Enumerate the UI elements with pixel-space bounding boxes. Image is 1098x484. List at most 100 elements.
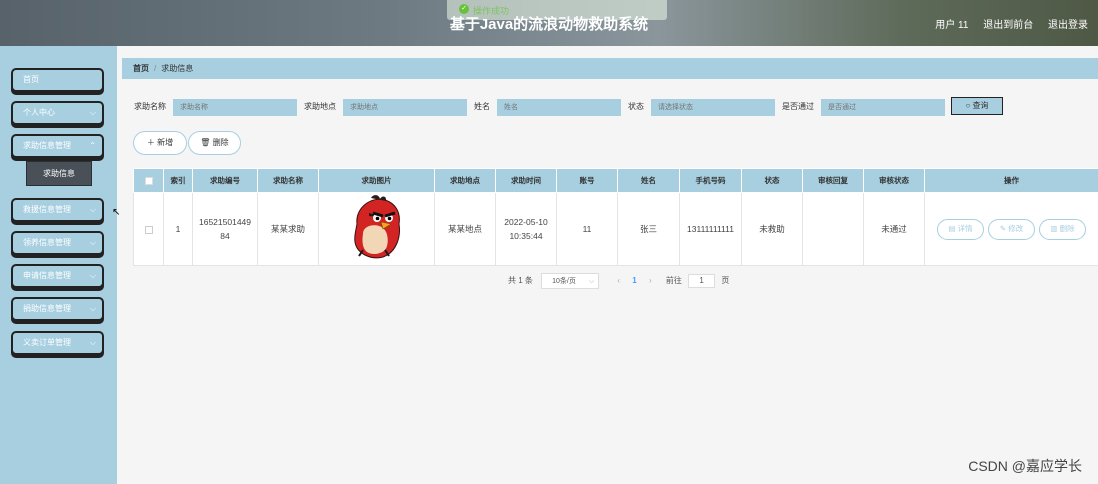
chevron-down-icon: ⌵: [89, 304, 96, 313]
query-button[interactable]: ○ 查询: [951, 97, 1003, 115]
edit-button-label: 修改: [1008, 223, 1024, 233]
chevron-down-icon: ⌵: [89, 108, 96, 117]
trash-icon: ▥: [1050, 223, 1058, 233]
cell-person: 张三: [617, 192, 680, 266]
filter-label-place: 求助地点: [304, 102, 336, 111]
column-header: 状态: [741, 168, 803, 193]
row-checkbox[interactable]: [133, 192, 164, 266]
column-header: 审核回复: [802, 168, 864, 193]
page-size-value: 10条/页: [552, 278, 576, 285]
cell-time: 2022-05-10 10:35:44: [495, 192, 557, 266]
filter-place-input[interactable]: [343, 99, 467, 116]
sidebar-item-label: 义卖订单管理: [23, 338, 71, 347]
logout-link[interactable]: 退出登录: [1048, 20, 1088, 31]
goto-page-input[interactable]: 1: [688, 274, 716, 288]
column-header: 求助时间: [495, 168, 557, 193]
sidebar-item-label: 首页: [23, 75, 39, 84]
goto-unit: 页: [721, 276, 730, 285]
current-page[interactable]: 1: [632, 276, 636, 285]
sidebar-item-label: 个人中心: [23, 108, 55, 117]
plus-icon: ＋: [146, 138, 155, 147]
help-info-table: 索引 求助编号 求助名称 求助图片 求助地点 求助时间 账号 姓名 手机号码 状…: [133, 168, 1098, 266]
page-size-select[interactable]: 10条/页 ⌵: [541, 273, 600, 289]
sidebar-item-personal[interactable]: 个人中心 ⌵: [11, 101, 104, 125]
sidebar-item-help[interactable]: 求助信息管理 ⌃: [11, 134, 104, 158]
filter-person-input[interactable]: [497, 99, 621, 116]
chevron-down-icon: ⌵: [89, 338, 96, 347]
add-button-label: 新增: [157, 138, 174, 147]
detail-button[interactable]: ▤ 详情: [937, 218, 984, 240]
filter-name-input[interactable]: [173, 99, 297, 116]
filter-status-select[interactable]: [651, 99, 775, 116]
sidebar-item-donate[interactable]: 捐助信息管理 ⌵: [11, 297, 104, 321]
cell-reply: [802, 192, 864, 266]
filter-label-name: 求助名称: [134, 102, 166, 111]
document-icon: ▤: [948, 223, 956, 233]
column-header: 手机号码: [679, 168, 742, 193]
filter-pass-select[interactable]: [821, 99, 945, 116]
cell-name: 某某求助: [257, 192, 319, 266]
column-header: 审核状态: [863, 168, 925, 193]
next-page-icon[interactable]: ›: [649, 276, 652, 285]
row-delete-button[interactable]: ▥ 删除: [1039, 218, 1086, 240]
table-header-row: 索引 求助编号 求助名称 求助图片 求助地点 求助时间 账号 姓名 手机号码 状…: [133, 168, 1098, 193]
sidebar-item-home[interactable]: 首页: [11, 68, 104, 92]
front-link[interactable]: 退出到前台: [983, 20, 1033, 31]
column-header: 求助图片: [318, 168, 435, 193]
chevron-up-icon: ⌃: [89, 141, 96, 150]
sidebar-item-label: 申请信息管理: [23, 271, 71, 280]
mouse-cursor-icon: ↖: [112, 207, 121, 218]
cell-operations: ▤ 详情 ✎ 修改 ▥ 删除: [924, 192, 1098, 266]
sidebar-item-apply[interactable]: 申请信息管理 ⌵: [11, 264, 104, 288]
edit-button[interactable]: ✎ 修改: [988, 218, 1035, 240]
column-header: 索引: [163, 168, 193, 193]
cell-status: 未救助: [741, 192, 803, 266]
filter-label-status: 状态: [628, 102, 644, 111]
sidebar-item-sale[interactable]: 义卖订单管理 ⌵: [11, 331, 104, 355]
column-header: 求助地点: [434, 168, 496, 193]
delete-button-label: 删除: [212, 138, 229, 147]
column-header: 求助编号: [192, 168, 258, 193]
cell-code: 1652150144984: [192, 192, 258, 266]
prev-page-icon[interactable]: ‹: [617, 276, 620, 285]
breadcrumb: 首页 / 求助信息: [122, 58, 1098, 79]
trash-icon: 🗑: [200, 138, 211, 147]
search-icon: ○: [965, 101, 971, 110]
sidebar-item-rescue[interactable]: 救援信息管理 ⌵: [11, 198, 104, 222]
sidebar-subitem-help-info[interactable]: 求助信息: [26, 161, 92, 186]
cell-account: 11: [556, 192, 618, 266]
goto-label: 前往: [665, 276, 682, 285]
filter-label-pass: 是否通过: [782, 102, 814, 111]
breadcrumb-home[interactable]: 首页: [133, 64, 149, 73]
breadcrumb-current: 求助信息: [161, 64, 194, 73]
delete-button[interactable]: 🗑 删除: [188, 131, 241, 155]
sidebar-item-label: 救援信息管理: [23, 205, 71, 214]
filter-label-person: 姓名: [474, 102, 490, 111]
sidebar-item-adopt[interactable]: 领养信息管理 ⌵: [11, 231, 104, 255]
user-label: 用户 11: [935, 20, 969, 31]
query-button-label: 查询: [972, 101, 989, 110]
column-header: 求助名称: [257, 168, 319, 193]
chevron-down-icon: ⌵: [89, 238, 96, 247]
detail-button-label: 详情: [957, 223, 973, 233]
column-header: 操作: [924, 168, 1098, 193]
sidebar-item-label: 捐助信息管理: [23, 304, 71, 313]
select-all-checkbox[interactable]: [133, 168, 164, 193]
table-row: 1 1652150144984 某某求助 某某地点 2022-05-10 10:…: [133, 192, 1098, 266]
cell-phone: 13111111111: [679, 192, 742, 266]
top-header: ✓ 操作成功 基于Java的流浪动物救助系统 用户 11 退出到前台 退出登录: [0, 0, 1098, 46]
cell-index: 1: [163, 192, 193, 266]
chevron-down-icon: ⌵: [89, 271, 96, 280]
chevron-down-icon: ⌵: [89, 205, 96, 214]
sidebar-item-label: 求助信息管理: [23, 141, 71, 150]
cell-audit: 未通过: [863, 192, 925, 266]
watermark: CSDN @嘉应学长: [968, 458, 1082, 474]
pager-total: 共 1 条: [508, 276, 533, 285]
add-button[interactable]: ＋ 新增: [133, 131, 187, 155]
cell-image: [318, 192, 435, 266]
angry-bird-image: [353, 195, 400, 259]
cell-place: 某某地点: [434, 192, 496, 266]
row-delete-button-label: 删除: [1059, 223, 1075, 233]
pagination: 共 1 条 10条/页 ⌵ ‹ 1 › 前往 1 页: [508, 273, 729, 291]
column-header: 姓名: [617, 168, 680, 193]
